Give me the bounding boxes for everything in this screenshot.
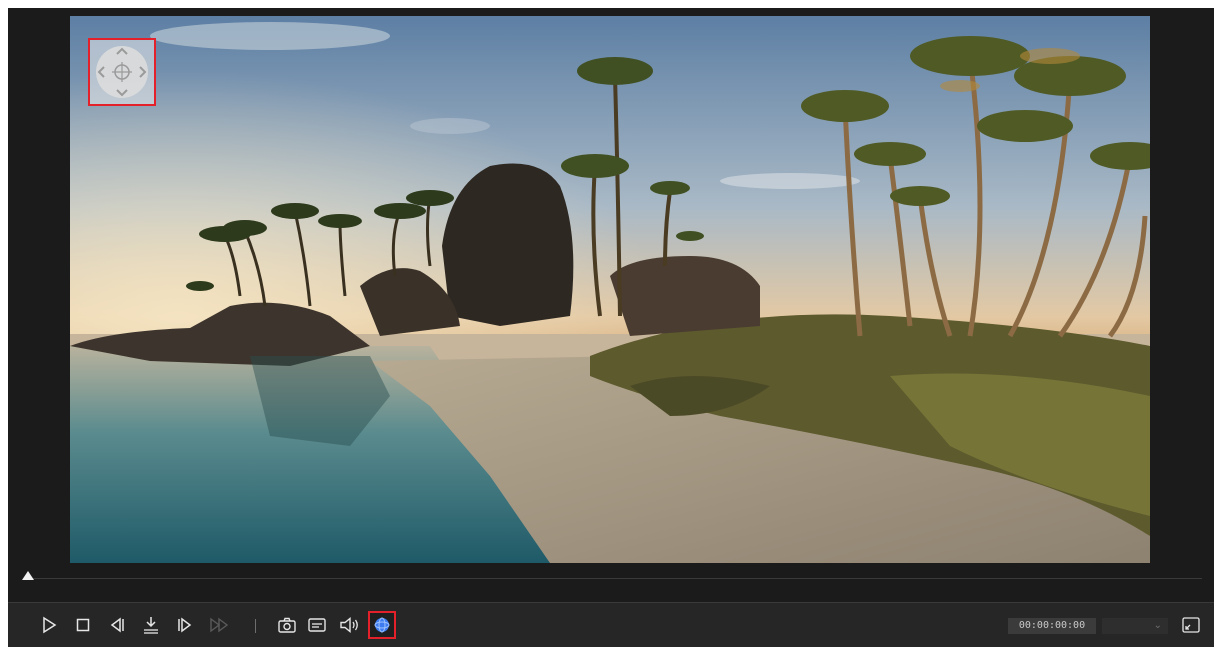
playback-speed-select[interactable]: ⌄ xyxy=(1102,618,1168,634)
seek-track[interactable] xyxy=(28,578,1202,579)
stop-button[interactable] xyxy=(70,612,96,638)
globe-icon xyxy=(374,617,390,633)
stop-icon xyxy=(76,618,90,632)
mark-button[interactable] xyxy=(138,612,164,638)
chevron-down-icon: ⌄ xyxy=(1153,620,1162,631)
fullscreen-button[interactable] xyxy=(1178,612,1204,638)
navigation-360-icon[interactable] xyxy=(88,38,156,106)
play-button[interactable] xyxy=(36,612,62,638)
volume-button[interactable] xyxy=(336,612,362,638)
previous-frame-icon xyxy=(110,617,124,633)
subtitle-icon xyxy=(308,618,326,632)
seek-thumb[interactable] xyxy=(22,571,34,580)
expand-screen-icon xyxy=(1182,617,1200,633)
play-icon xyxy=(43,616,57,634)
next-frame-icon xyxy=(178,617,192,633)
toolbar-separator xyxy=(255,619,256,633)
snapshot-button[interactable] xyxy=(274,612,300,638)
video-frame[interactable] xyxy=(70,16,1150,563)
fast-forward-icon xyxy=(210,617,229,633)
next-frame-button[interactable] xyxy=(172,612,198,638)
video-player: 00:00:00:00 ⌄ xyxy=(8,8,1214,647)
control-bar: 00:00:00:00 ⌄ xyxy=(8,602,1214,647)
timecode-display: 00:00:00:00 xyxy=(1008,618,1096,634)
previous-frame-button[interactable] xyxy=(104,612,130,638)
tropical-island-scene xyxy=(70,16,1150,563)
seek-bar[interactable] xyxy=(20,568,1208,588)
speaker-icon xyxy=(340,617,358,633)
fast-forward-button xyxy=(206,612,232,638)
camera-icon xyxy=(278,617,296,633)
mark-icon xyxy=(144,617,158,634)
subtitle-button[interactable] xyxy=(304,612,330,638)
view-360-button[interactable] xyxy=(368,611,396,639)
